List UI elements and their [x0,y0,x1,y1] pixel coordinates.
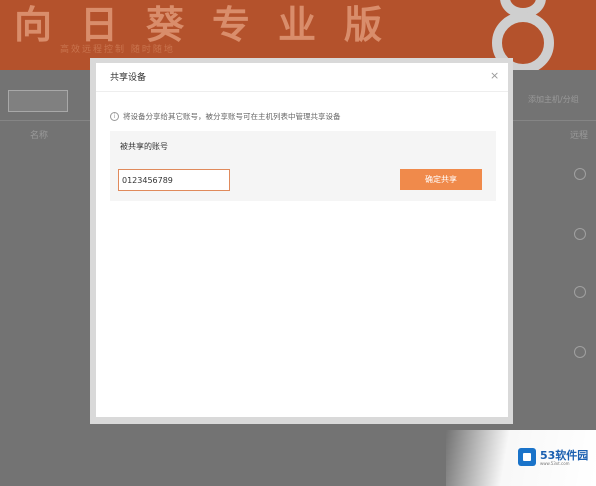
share-form-panel: 被共享的账号 确定共享 [110,131,496,201]
share-notice-text: 将设备分享给其它账号，被分享账号可在主机列表中管理共享设备 [123,112,341,121]
app-remote-icon[interactable] [574,168,586,180]
share-notice: i 将设备分享给其它账号，被分享账号可在主机列表中管理共享设备 [110,111,341,122]
app-brand-subtitle: 高效远程控制 随时随地 [60,45,175,55]
account-field-label: 被共享的账号 [120,142,168,151]
dialog-title-divider [96,91,508,92]
close-icon[interactable]: × [490,69,499,82]
app-add-host-link[interactable]: 添加主机/分组 [528,94,579,105]
app-remote-icon[interactable] [574,286,586,298]
watermark-logo-icon [518,448,536,466]
account-input[interactable] [118,169,230,191]
confirm-share-button[interactable]: 确定共享 [400,169,482,190]
app-right-column-label: 远程 [570,131,589,141]
app-search-input[interactable] [8,90,68,112]
info-circle-icon: i [110,112,119,121]
app-remote-icon[interactable] [574,346,586,358]
watermark-site-url: www.53xt.com [540,461,570,466]
app-left-column-label: 名称 [30,131,49,141]
dialog-title: 共享设备 [110,73,147,83]
site-watermark: 53软件园 www.53xt.com [446,430,596,486]
share-device-dialog: 共享设备 × i 将设备分享给其它账号，被分享账号可在主机列表中管理共享设备 被… [96,63,508,417]
app-remote-icon[interactable] [574,228,586,240]
